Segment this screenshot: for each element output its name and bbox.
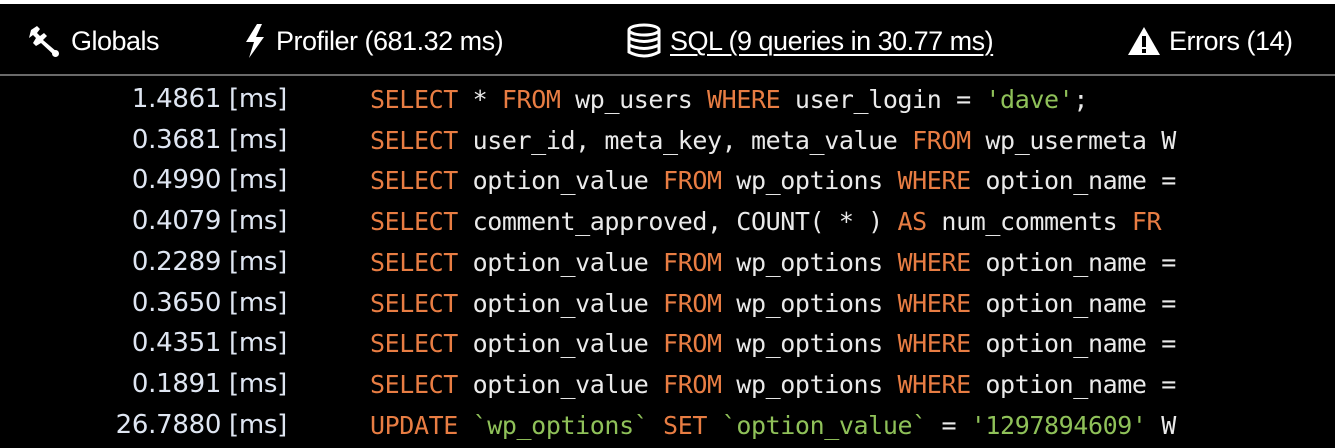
debug-bar-tabs: Globals Profiler (681.32 ms) SQL (9 quer… [0, 8, 1335, 76]
query-time: 0.4351 [ms] [131, 328, 287, 359]
sql-text: wp_options [721, 166, 898, 196]
query-row: 0.3650 [ms] SELECT option_value FROM wp_o… [0, 282, 1335, 322]
sql-keyword: FROM [663, 369, 722, 399]
sql-keyword: AS [897, 207, 927, 237]
query-time: 1.4861 [ms] [131, 84, 287, 114]
tab-profiler[interactable]: Profiler (681.32 ms) [242, 8, 504, 74]
sql-text: ; [1073, 85, 1088, 114]
sql-text: wp_options [721, 329, 898, 359]
sql-keyword: WHERE [897, 247, 971, 277]
query-sql: SELECT option_value FROM wp_options WHER… [370, 166, 1176, 195]
tab-errors[interactable]: Errors (14) [1127, 8, 1293, 74]
sql-text: option_value [457, 166, 664, 196]
query-sql: SELECT comment_approved, COUNT( * ) AS n… [370, 207, 1162, 237]
tab-label: Errors (14) [1169, 25, 1293, 56]
query-sql: SELECT option_value FROM wp_options WHER… [370, 329, 1176, 358]
query-row: 1.4861 [ms] SELECT * FROM wp_users WHERE … [0, 78, 1335, 118]
sql-text: user_login = [780, 85, 986, 114]
sql-text: user_id, meta_key, meta_value [457, 125, 913, 155]
sql-keyword: WHERE [707, 85, 781, 114]
sql-keyword: SELECT [370, 125, 458, 155]
sql-text: * [457, 85, 502, 114]
lightning-icon [242, 23, 268, 59]
sql-keyword: FROM [912, 125, 971, 155]
sql-keyword: FROM [663, 288, 722, 318]
sql-text: option_value [457, 369, 664, 399]
wrench-icon [27, 24, 63, 58]
tab-sql[interactable]: SQL (9 queries in 30.77 ms) [626, 8, 994, 74]
sql-keyword: WHERE [897, 369, 971, 399]
query-time: 0.2289 [ms] [131, 246, 287, 277]
sql-keyword: SET [663, 410, 708, 440]
sql-keyword: WHERE [897, 329, 971, 359]
sql-text: comment_approved, COUNT( * ) [457, 207, 898, 237]
sql-text: option_value [457, 288, 664, 318]
tab-label: Globals [71, 25, 160, 56]
sql-text: wp_options [721, 288, 898, 318]
query-row: 0.1891 [ms] SELECT option_value FROM wp_o… [0, 363, 1335, 403]
query-sql: SELECT user_id, meta_key, meta_value FRO… [370, 126, 1176, 155]
query-sql: UPDATE `wp_options` SET `option_value` =… [370, 411, 1176, 440]
sql-keyword: WHERE [897, 288, 971, 318]
sql-text: option_name = [970, 369, 1176, 399]
sql-string: `wp_options` [457, 410, 664, 440]
query-row: 0.3681 [ms] SELECT user_id, meta_key, met… [0, 119, 1335, 159]
query-time: 0.4079 [ms] [131, 206, 287, 237]
sql-text: option_name = [970, 288, 1176, 318]
sql-string: `option_value` [707, 410, 942, 440]
query-row: 0.2289 [ms] SELECT option_value FROM wp_o… [0, 241, 1335, 281]
sql-keyword: SELECT [370, 369, 458, 399]
sql-string: '1297894609' [970, 410, 1147, 440]
sql-keyword: SELECT [370, 207, 458, 237]
sql-keyword: SELECT [370, 247, 458, 277]
sql-keyword: SELECT [370, 288, 458, 318]
query-sql: SELECT option_value FROM wp_options WHER… [370, 370, 1176, 399]
query-row: 26.7880 [ms] UPDATE `wp_options` SET `opt… [0, 404, 1335, 444]
sql-keyword: WHERE [897, 166, 971, 196]
sql-keyword: FR [1131, 207, 1162, 237]
query-time: 0.4990 [ms] [131, 165, 287, 196]
sql-text: option_value [457, 247, 664, 277]
sql-keyword: SELECT [370, 166, 458, 196]
sql-keyword: FROM [501, 85, 561, 114]
sql-text: = [941, 410, 971, 440]
sql-text: W [1146, 410, 1176, 440]
sql-text: option_value [457, 329, 664, 359]
warning-icon [1127, 25, 1161, 57]
sql-text: option_name = [970, 329, 1176, 359]
sql-string: 'dave' [985, 85, 1074, 114]
query-sql: SELECT * FROM wp_users WHERE user_login … [370, 85, 1088, 114]
sql-text: option_name = [970, 166, 1176, 196]
tab-globals[interactable]: Globals [27, 8, 160, 74]
query-sql: SELECT option_value FROM wp_options WHER… [370, 289, 1176, 318]
sql-keyword: FROM [663, 166, 722, 196]
sql-keyword: FROM [663, 329, 722, 359]
sql-text: wp_options [721, 247, 898, 277]
sql-text: option_name = [970, 247, 1176, 277]
query-row: 0.4990 [ms] SELECT option_value FROM wp_o… [0, 159, 1335, 199]
query-time: 0.3650 [ms] [131, 287, 287, 318]
query-row: 0.4351 [ms] SELECT option_value FROM wp_o… [0, 322, 1335, 362]
debug-bar-panel: Globals Profiler (681.32 ms) SQL (9 quer… [0, 0, 1335, 448]
sql-text: wp_usermeta W [970, 125, 1176, 155]
tab-label: Profiler (681.32 ms) [276, 25, 504, 56]
query-time: 0.3681 [ms] [131, 124, 287, 155]
sql-text: wp_options [721, 369, 898, 399]
sql-keyword: SELECT [370, 85, 458, 114]
sql-keyword: SELECT [370, 329, 458, 359]
sql-text: wp_users [560, 85, 708, 114]
sql-keyword: UPDATE [370, 410, 458, 440]
tab-label: SQL (9 queries in 30.77 ms) [670, 25, 994, 56]
query-sql: SELECT option_value FROM wp_options WHER… [370, 248, 1176, 277]
query-row: 0.4079 [ms] SELECT comment_approved, COUN… [0, 200, 1335, 240]
query-time: 0.1891 [ms] [131, 368, 287, 399]
database-icon [626, 23, 662, 59]
query-time: 26.7880 [ms] [115, 409, 288, 440]
sql-text: num_comments [926, 207, 1132, 237]
sql-keyword: FROM [663, 247, 722, 277]
